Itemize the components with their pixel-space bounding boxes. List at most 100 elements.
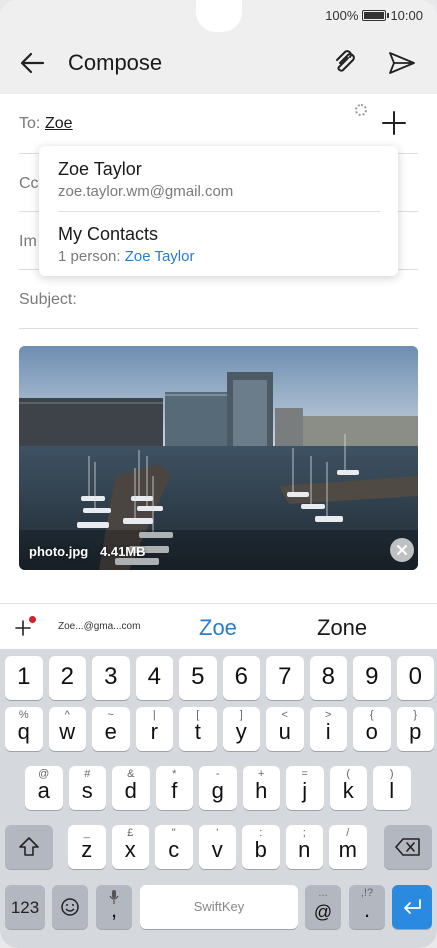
key-5-label: 5 <box>191 663 205 690</box>
key-t[interactable]: [t <box>179 707 217 751</box>
key-l-label: l <box>389 778 395 803</box>
back-button[interactable] <box>14 47 50 79</box>
key-7[interactable]: 7 <box>266 656 304 700</box>
key-v[interactable]: ' v <box>198 825 236 869</box>
symbols-key-label: 123 <box>10 898 40 917</box>
harbor-photo <box>19 346 418 570</box>
key-m-label: m <box>338 837 357 862</box>
key-0[interactable]: 0 <box>396 656 434 700</box>
key-4[interactable]: 4 <box>135 656 173 700</box>
key-b[interactable]: :b <box>242 825 280 869</box>
enter-key[interactable] <box>392 885 432 929</box>
key-n[interactable]: ; n <box>285 825 323 869</box>
suggestion-link[interactable]: Zoe Taylor <box>125 248 195 265</box>
clock: 10:00 <box>390 8 423 23</box>
space-key-label: SwiftKey <box>193 899 245 914</box>
key-m[interactable]: / m <box>329 825 367 869</box>
key-1[interactable]: 1 <box>5 656 43 700</box>
to-label: To: <box>19 115 41 132</box>
key-i-label: i <box>325 719 331 744</box>
cc-label: Cc <box>19 175 39 192</box>
contact-suggestions: Zoe Taylor zoe.taylor.wm@gmail.com My Co… <box>39 146 398 276</box>
remove-attachment-button[interactable] <box>390 538 414 562</box>
key-y[interactable]: ] y <box>222 707 260 751</box>
shift-key[interactable] <box>5 825 53 869</box>
plus-icon <box>382 111 406 135</box>
key-k[interactable]: (k <box>329 766 367 810</box>
suggestion-count-text: 1 person: <box>58 248 121 265</box>
key-o-label: o <box>365 719 378 744</box>
key-l[interactable]: ) l <box>373 766 411 810</box>
key-s[interactable]: # s <box>68 766 106 810</box>
to-field[interactable]: To: Zoe <box>19 94 418 154</box>
backspace-key[interactable] <box>384 825 432 869</box>
key-u-label: u <box>278 719 291 744</box>
key-9[interactable]: 9 <box>353 656 391 700</box>
keyboard-suggestion-strip: Zoe...@gma...com Zoe Zone <box>0 603 437 649</box>
key-w[interactable]: ^ w <box>48 707 86 751</box>
send-icon <box>389 52 415 74</box>
key-c[interactable]: " c <box>155 825 193 869</box>
bcc-label: Im <box>19 233 37 250</box>
at-key-sub: ... <box>318 887 328 899</box>
key-w-label: w <box>59 719 76 744</box>
key-q[interactable]: % q <box>5 707 43 751</box>
loading-spinner-icon <box>355 104 367 116</box>
enter-icon <box>404 899 421 914</box>
key-5[interactable]: 5 <box>179 656 217 700</box>
key-o[interactable]: {o <box>353 707 391 751</box>
key-p-label: p <box>409 719 422 744</box>
key-7-label: 7 <box>278 663 292 690</box>
key-j[interactable]: = j <box>286 766 324 810</box>
comma-key[interactable]: , <box>96 885 132 929</box>
suggestion-zoe-taylor[interactable]: Zoe Taylor zoe.taylor.wm@gmail.com <box>39 146 398 212</box>
period-key[interactable]: ,!? . <box>349 885 385 929</box>
key-6[interactable]: 6 <box>222 656 260 700</box>
app-bar: Compose <box>0 32 437 94</box>
key-n-label: n <box>298 837 311 862</box>
key-u[interactable]: < u <box>266 707 304 751</box>
word-prediction-2[interactable]: Zone <box>317 615 367 641</box>
key-g[interactable]: -g <box>199 766 237 810</box>
key-3[interactable]: 3 <box>92 656 130 700</box>
key-j-label: j <box>302 778 308 803</box>
key-2[interactable]: 2 <box>48 656 86 700</box>
key-r[interactable]: | r <box>135 707 173 751</box>
key-a[interactable]: @ a <box>25 766 63 810</box>
photo-attachment[interactable]: photo.jpg 4.41MB <box>19 346 418 570</box>
key-z[interactable]: _ z <box>68 825 106 869</box>
space-key[interactable]: SwiftKey <box>140 885 298 929</box>
send-button[interactable] <box>384 46 420 80</box>
key-h[interactable]: + h <box>242 766 280 810</box>
status-indicators: 100% 10:00 <box>325 8 423 23</box>
at-key[interactable]: ... @ <box>305 885 341 929</box>
phone-screen: 100% 10:00 Compose To: Zoe Cc Im Subject… <box>0 0 437 948</box>
key-0-label: 0 <box>408 663 422 690</box>
key-q-label: q <box>17 719 30 744</box>
key-d[interactable]: & d <box>112 766 150 810</box>
suggestion-my-contacts[interactable]: My Contacts 1 person: Zoe Taylor <box>39 212 398 276</box>
key-r-label: r <box>150 719 158 744</box>
key-g-label: g <box>211 778 224 803</box>
email-prediction[interactable]: Zoe...@gma...com <box>58 621 140 632</box>
key-8[interactable]: 8 <box>309 656 347 700</box>
subject-field[interactable]: Subject: <box>19 270 418 329</box>
attach-button[interactable] <box>328 46 362 80</box>
key-k-label: k <box>342 778 354 803</box>
word-prediction-1[interactable]: Zoe <box>199 615 237 641</box>
add-recipient-button[interactable] <box>379 108 409 138</box>
key-f[interactable]: * f <box>155 766 193 810</box>
suggestion-group-name: My Contacts <box>58 224 159 244</box>
key-e[interactable]: ~ e <box>92 707 130 751</box>
attachment-filename: photo.jpg <box>29 544 89 559</box>
suggestion-group-count: 1 person: Zoe Taylor <box>58 248 194 265</box>
symbols-key[interactable]: 123 <box>5 885 45 929</box>
shift-icon <box>19 837 39 856</box>
suggestion-email: zoe.taylor.wm@gmail.com <box>58 183 234 200</box>
emoji-key[interactable] <box>52 885 88 929</box>
close-icon <box>397 545 407 555</box>
key-i[interactable]: > i <box>309 707 347 751</box>
key-p[interactable]: } p <box>396 707 434 751</box>
to-input[interactable]: Zoe <box>45 115 73 133</box>
key-x[interactable]: £ x <box>111 825 149 869</box>
